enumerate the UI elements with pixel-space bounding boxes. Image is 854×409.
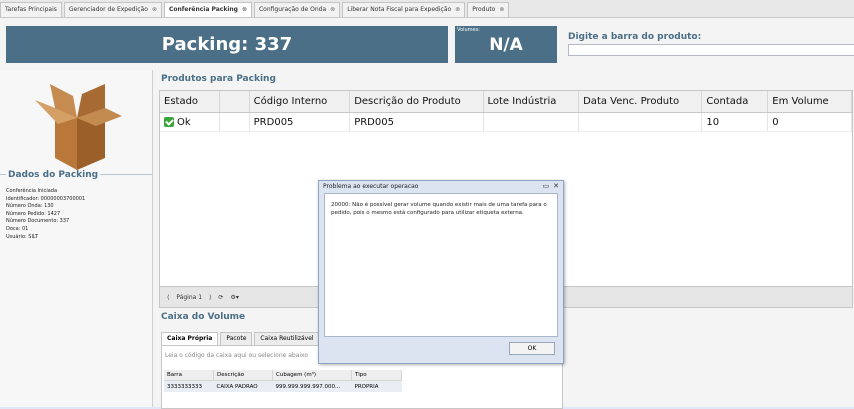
table-row[interactable]: Ok PRD005 PRD005 10 0 (160, 112, 852, 132)
close-tab-icon[interactable]: ⊗ (499, 3, 504, 17)
table-cell: PRD005 (349, 112, 484, 132)
tab-label: Liberar Nota Fiscal para Expedição (347, 6, 452, 13)
estado-cell: Ok (160, 112, 220, 132)
tab-label: Configuração de Onda (258, 6, 327, 13)
estado-text: Ok (177, 116, 191, 128)
dados-line: Número Documento: 337 (6, 218, 70, 225)
close-tab-icon[interactable]: ⊗ (330, 3, 335, 17)
page-indicator: Página 1 (176, 293, 203, 301)
first-page-icon[interactable]: ⟨ (167, 294, 169, 301)
tab-configuracao-onda[interactable]: Configuração de Onda ⊗ (253, 2, 341, 17)
tab-liberar-nota-fiscal[interactable]: Liberar Nota Fiscal para Expedição ⊗ (342, 2, 466, 17)
table-cell: 3333333333 (164, 380, 214, 392)
tab-caixa-reutilizavel[interactable]: Caixa Reutilizável (254, 332, 320, 346)
caixa-title: Caixa do Volume (159, 312, 248, 322)
dialog-message: 20000: Não é possível gerar volume quand… (331, 202, 547, 216)
settings-icon[interactable]: ⚙▾ (230, 294, 238, 301)
table-cell (219, 112, 250, 132)
produtos-title: Produtos para Packing (159, 74, 278, 84)
next-page-icon[interactable]: ⟩ (209, 294, 211, 301)
column-header[interactable]: Lote Indústria (483, 91, 580, 113)
tab-conferencia-packing[interactable]: Conferência Packing ⊗ (163, 2, 252, 17)
table-header-row: Barra Descrição Cubagem (m³) Tipo (164, 370, 402, 381)
tab-label: Tarefas Principais (5, 6, 57, 13)
tab-label: Gerenciador de Expedição (68, 6, 148, 13)
column-header[interactable]: Em Volume (767, 91, 852, 113)
column-header[interactable]: Cubagem (m³) (272, 370, 352, 381)
table-cell: CAIXA PADRAO (213, 380, 273, 392)
dados-line: Doca: 01 (6, 225, 29, 232)
table-cell: 0 (767, 112, 852, 132)
barcode-label: Digite a barra do produto: (568, 32, 702, 42)
column-header[interactable]: Descrição (213, 370, 273, 381)
table-cell: PRD005 (249, 112, 351, 132)
barcode-input[interactable] (568, 44, 854, 56)
volumes-value: N/A (489, 35, 523, 55)
dialog-body: 20000: Não é possível gerar volume quand… (324, 193, 558, 337)
tab-produto[interactable]: Produto ⊗ (467, 2, 510, 17)
column-header[interactable]: Estado (160, 91, 220, 113)
refresh-icon[interactable]: ⟳ (218, 294, 223, 301)
dialog-title: Problema ao executar operacao (323, 183, 419, 190)
tab-pacote[interactable]: Pacote (220, 332, 253, 346)
table-cell (578, 112, 703, 132)
table-cell (483, 112, 580, 132)
tab-caixa-propria[interactable]: Caixa Própria (161, 332, 219, 346)
packing-header: Packing: 337 Volumes: N/A Digite a barra… (0, 18, 854, 70)
tab-label: Produto (472, 6, 496, 13)
dados-panel: Dados do Packing Conferência Iniciada Id… (0, 70, 153, 407)
close-tab-icon[interactable]: ⊗ (152, 3, 157, 17)
produtos-table: Estado Código Interno Descrição do Produ… (160, 91, 852, 132)
table-cell: PROPRIA (351, 380, 402, 392)
volumes-label: Volumes: (457, 27, 480, 33)
table-cell: 10 (701, 112, 769, 132)
dados-title: Dados do Packing (6, 170, 101, 180)
close-tab-icon[interactable]: ⊗ (455, 3, 460, 17)
caixa-table: Barra Descrição Cubagem (m³) Tipo 333333… (164, 370, 402, 392)
close-icon[interactable]: ✕ (553, 182, 559, 190)
dados-line: Usuário: SILT (6, 233, 39, 240)
tab-strip: Tarefas Principais Gerenciador de Expedi… (0, 0, 854, 18)
caixa-input-hint[interactable]: Leia o código da caixa aqui ou selecione… (165, 352, 308, 359)
dados-list: Conferência Iniciada Identificador: 0000… (6, 188, 85, 241)
dados-line: Número Onda: 130 (6, 203, 54, 210)
error-dialog: Problema ao executar operacao ▭ ✕ 20000:… (318, 180, 564, 364)
column-header[interactable]: Tipo (351, 370, 402, 381)
ok-check-icon (164, 116, 174, 127)
column-header[interactable]: Descrição do Produto (349, 91, 484, 113)
box-icon (35, 84, 122, 170)
ok-button[interactable]: OK (509, 342, 555, 355)
tab-label: Conferência Packing (168, 6, 238, 13)
column-header[interactable]: Código Interno (249, 91, 351, 113)
caixa-tabs: Caixa Própria Pacote Caixa Reutilizável (161, 332, 322, 346)
column-header[interactable]: Barra (164, 370, 214, 381)
column-header[interactable]: Data Venc. Produto (578, 91, 703, 113)
tab-gerenciador-expedicao[interactable]: Gerenciador de Expedição ⊗ (63, 2, 162, 17)
restore-icon[interactable]: ▭ (543, 182, 550, 190)
table-cell: 999.999.999.997.000... (272, 380, 352, 392)
column-header[interactable]: Contada (701, 91, 769, 113)
volumes-box: Volumes: N/A (455, 26, 557, 63)
table-header-row: Estado Código Interno Descrição do Produ… (160, 91, 852, 113)
dados-line: Conferência Iniciada (6, 188, 58, 194)
close-tab-icon[interactable]: ⊗ (242, 3, 247, 17)
dialog-controls: ▭ ✕ (539, 182, 560, 190)
tab-tarefas-principais[interactable]: Tarefas Principais (0, 2, 62, 17)
column-header[interactable] (219, 91, 250, 113)
packing-title: Packing: 337 (6, 26, 448, 63)
table-row[interactable]: 3333333333 CAIXA PADRAO 999.999.999.997.… (164, 380, 402, 392)
